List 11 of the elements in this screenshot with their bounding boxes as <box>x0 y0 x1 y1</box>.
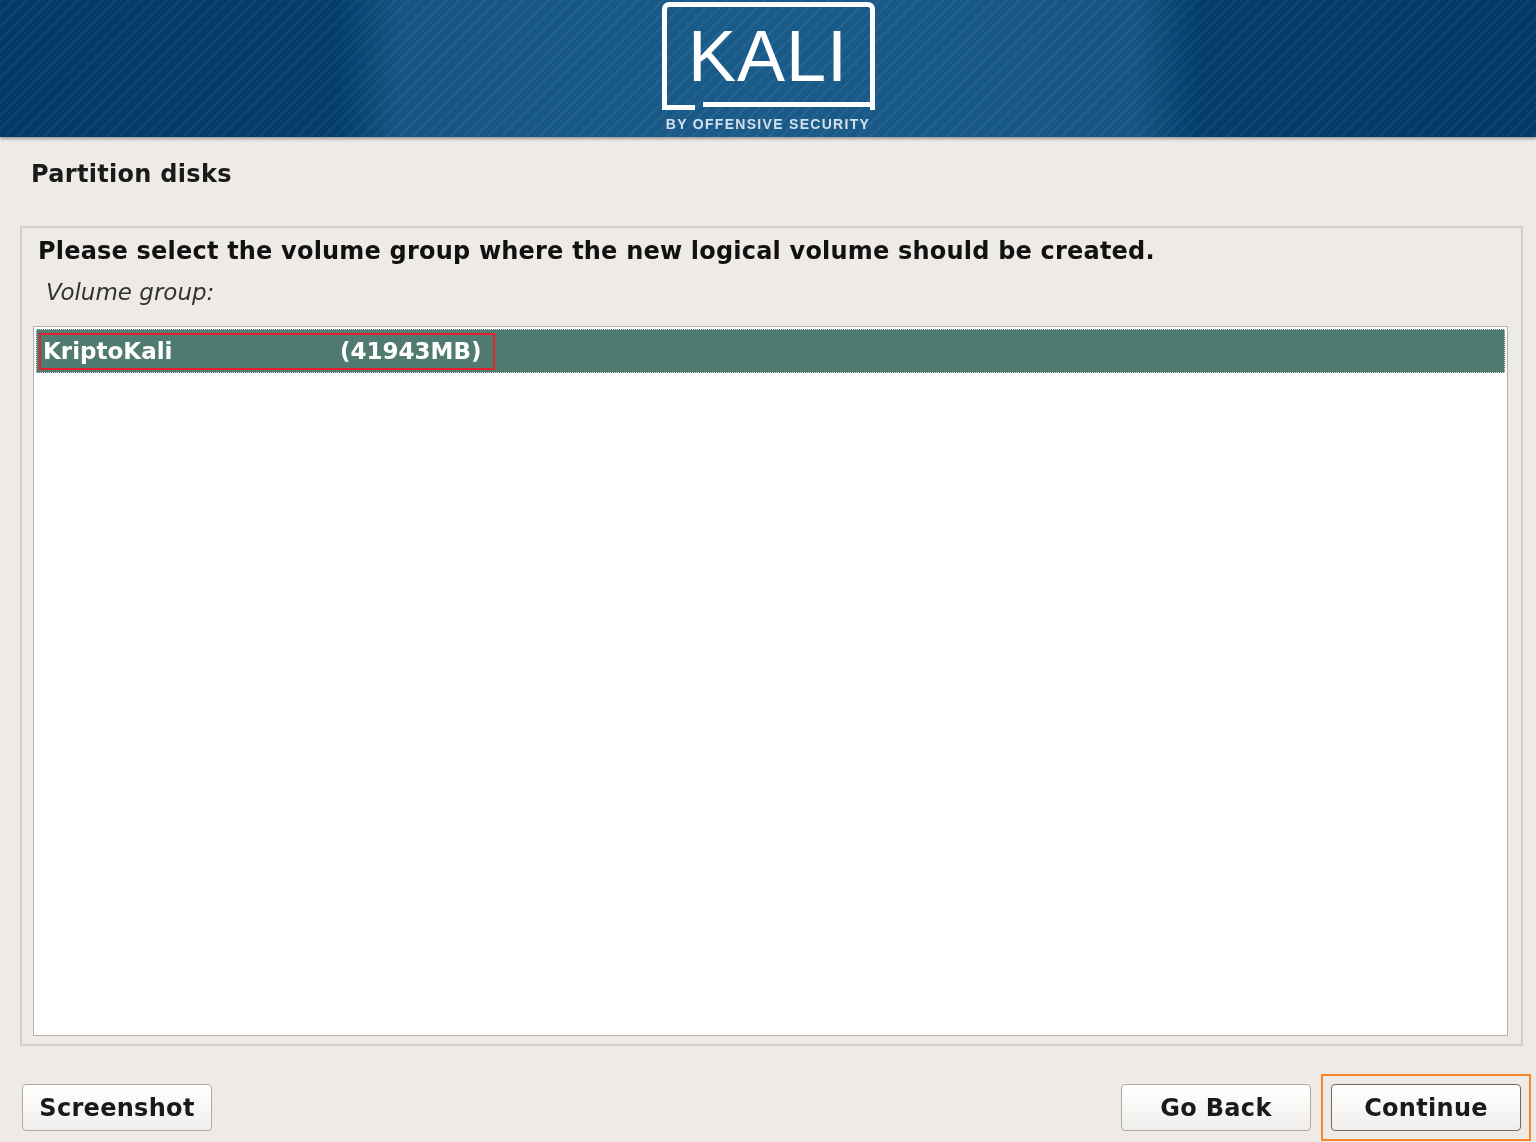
page-title: Partition disks <box>31 160 232 188</box>
list-label: Volume group: <box>46 279 215 305</box>
question-text: Please select the volume group where the new logical volume should be created. <box>38 237 1155 265</box>
dialog-button[interactable]: Go Back <box>1121 1084 1311 1131</box>
logo-tagline: BY OFFENSIVE SECURITY <box>665 115 871 133</box>
logo-text: KALI <box>687 20 849 92</box>
dialog-button[interactable]: Screenshot <box>22 1084 212 1131</box>
volume-group-name: KriptoKali <box>43 337 173 364</box>
list-item[interactable]: KriptoKali (41943MB) <box>36 329 1505 373</box>
volume-group-size: (41943MB) <box>340 337 482 365</box>
dialog-button[interactable]: Continue <box>1331 1084 1521 1131</box>
